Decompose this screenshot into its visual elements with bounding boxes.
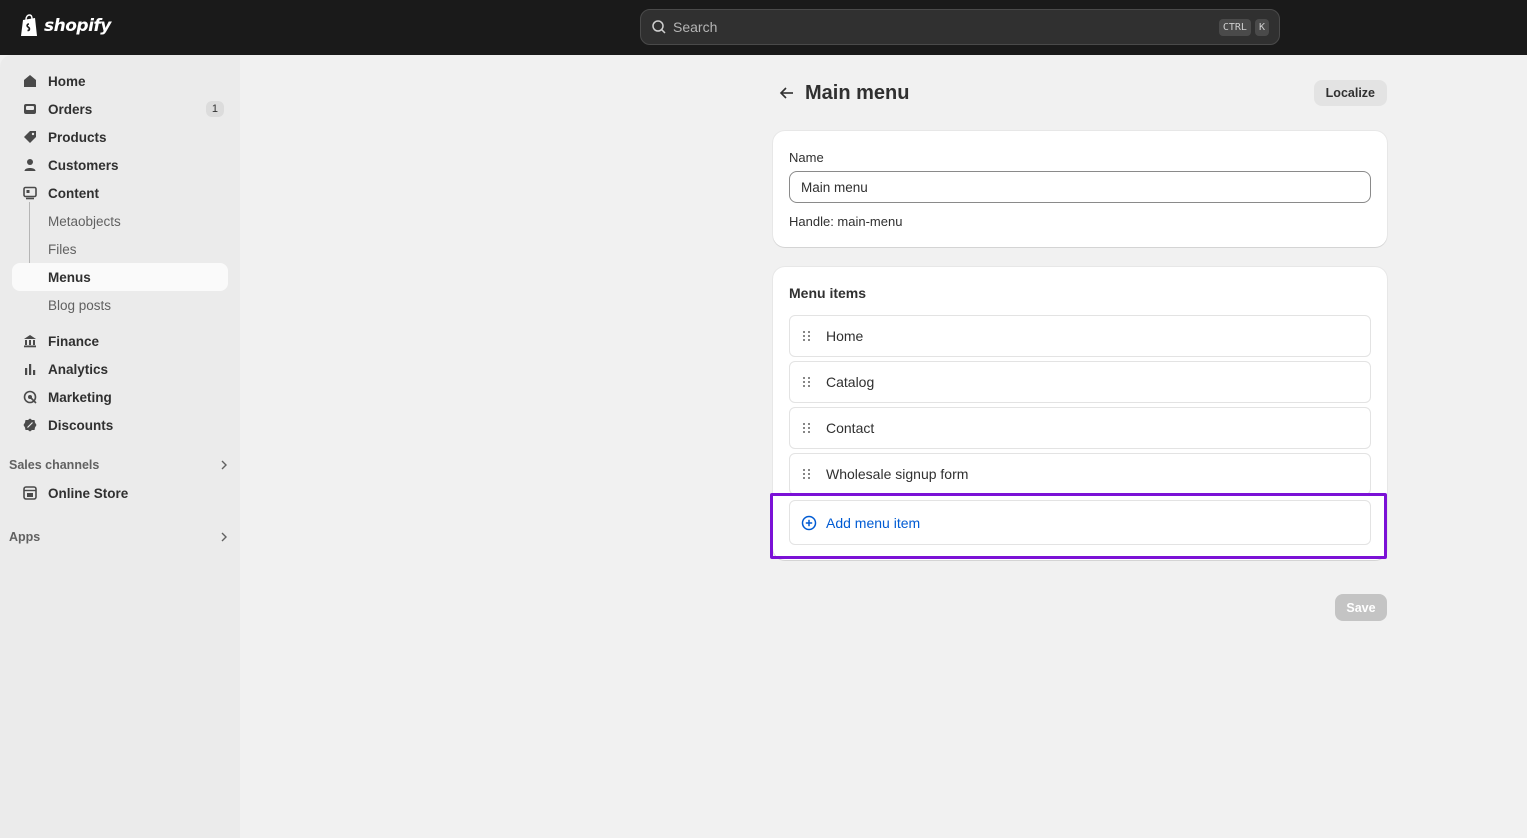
chevron-right-icon [221,532,227,542]
sidebar-subitem-blog-posts[interactable]: Blog posts [48,291,111,319]
sidebar-subitem-menus[interactable]: Menus [12,263,228,291]
save-button[interactable]: Save [1335,594,1387,621]
sidebar-item-online-store[interactable]: Online Store [12,479,228,507]
menu-items-card: Menu items Home Catalog Contact Wholesal… [773,267,1387,560]
arrow-left-icon [779,87,793,99]
menu-item-label: Catalog [826,374,875,390]
sidebar-item-marketing[interactable]: Marketing [12,383,228,411]
menu-item-label: Contact [826,420,875,436]
shortcut-key-ctrl: CTRL [1218,18,1251,36]
discount-icon [22,417,38,433]
shortcut-key-k: K [1254,18,1269,36]
target-icon [22,389,38,405]
sidebar-item-label: Products [48,129,107,145]
sidebar-item-label: Analytics [48,361,109,377]
search-icon [652,20,666,34]
sidebar-item-label: Marketing [48,389,112,405]
sidebar-item-analytics[interactable]: Analytics [12,355,228,383]
bank-icon [22,333,38,349]
menu-items-title: Menu items [789,285,867,301]
sidebar-item-orders[interactable]: Orders 1 [12,95,228,123]
sidebar-subitem-metaobjects[interactable]: Metaobjects [48,207,121,235]
sidebar-item-label: Finance [48,333,100,349]
menu-item-label: Wholesale signup form [826,466,969,482]
bar-chart-icon [22,361,38,377]
page-header: Main menu Localize [773,78,1387,108]
page-title: Main menu [805,81,910,104]
sidebar-subitem-files[interactable]: Files [48,235,77,263]
store-icon [22,485,38,501]
sidebar-item-finance[interactable]: Finance [12,327,228,355]
shopify-bag-icon [21,14,37,36]
person-icon [22,157,38,173]
sidebar-item-home[interactable]: Home [12,67,228,95]
localize-button[interactable]: Localize [1313,80,1387,106]
menu-item-row[interactable]: Catalog [789,361,1371,403]
home-icon [22,73,38,89]
content-icon [22,185,38,201]
drag-handle-icon[interactable] [803,467,813,481]
apps-heading[interactable]: Apps [9,527,229,547]
menu-item-row[interactable]: Contact [789,407,1371,449]
plus-circle-icon [801,515,817,530]
drag-handle-icon[interactable] [803,421,813,435]
apps-label: Apps [9,530,41,544]
shopify-logo[interactable]: shopify [20,14,111,38]
sidebar-item-label: Online Store [48,485,129,501]
name-label: Name [789,150,824,165]
handle-text: Handle: main-menu [789,214,903,229]
sidebar-item-label: Home [48,73,86,89]
chevron-right-icon [221,460,227,470]
menu-item-row[interactable]: Wholesale signup form [789,453,1371,495]
sales-channels-label: Sales channels [9,458,100,472]
sidebar-item-products[interactable]: Products [12,123,228,151]
name-card: Name Handle: main-menu [773,131,1387,247]
sidebar-item-label: Content [48,185,99,201]
add-menu-item-label: Add menu item [826,514,921,531]
search-bar[interactable]: Search CTRL K [640,9,1280,45]
sidebar-item-customers[interactable]: Customers [12,151,228,179]
back-button[interactable] [773,79,801,107]
top-bar: shopify Search CTRL K [0,0,1527,55]
tag-icon [22,129,38,145]
sidebar-item-label: Customers [48,157,119,173]
brand-name: shopify [44,16,111,36]
search-placeholder: Search [673,19,718,35]
menu-item-row[interactable]: Home [789,315,1371,357]
drag-handle-icon[interactable] [803,329,813,343]
add-menu-item-button[interactable]: Add menu item [789,500,1371,545]
sidebar-item-label: Orders [48,101,93,117]
drag-handle-icon[interactable] [803,375,813,389]
menu-item-label: Home [826,328,864,344]
sidebar-item-discounts[interactable]: Discounts [12,411,228,439]
sidebar-item-label: Discounts [48,417,114,433]
sidebar-item-content[interactable]: Content [12,179,228,207]
name-input[interactable] [789,171,1371,203]
orders-count-badge: 1 [205,101,224,117]
inbox-icon [22,101,38,117]
sales-channels-heading[interactable]: Sales channels [9,455,229,475]
